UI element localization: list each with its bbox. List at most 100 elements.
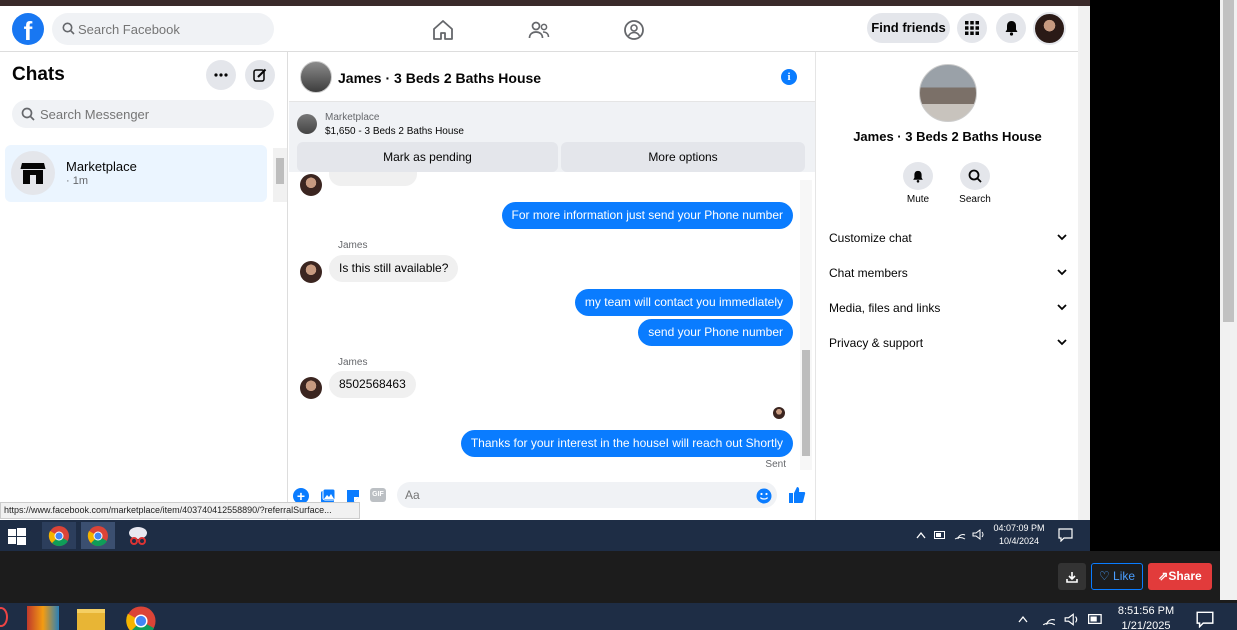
inner-taskbar bbox=[0, 520, 1090, 551]
row-label: Customize chat bbox=[829, 231, 912, 245]
browser-viewport: f Find friends Chats bbox=[0, 0, 1090, 520]
mute-button[interactable] bbox=[903, 162, 933, 190]
customize-chat-row[interactable]: Customize chat bbox=[829, 231, 1067, 251]
home-icon[interactable] bbox=[431, 18, 455, 42]
wifi-icon[interactable] bbox=[954, 529, 966, 540]
message-out[interactable]: send your Phone number bbox=[638, 319, 793, 346]
facebook-search-input[interactable] bbox=[78, 13, 268, 45]
more-dots-icon bbox=[214, 73, 228, 77]
find-friends-button[interactable]: Find friends bbox=[867, 13, 950, 43]
notifications-center-icon[interactable] bbox=[1058, 528, 1073, 542]
james-avatar bbox=[300, 377, 322, 399]
chats-scrollbar[interactable] bbox=[273, 148, 287, 202]
facebook-top-bar: f Find friends bbox=[0, 6, 1078, 52]
heart-icon: ♡ bbox=[1098, 569, 1114, 583]
chrome-icon bbox=[87, 526, 108, 547]
status-bar-url: https://www.facebook.com/marketplace/ite… bbox=[0, 502, 360, 519]
inner-clock[interactable]: 04:07:09 PM 10/4/2024 bbox=[985, 522, 1053, 548]
listing-photo[interactable] bbox=[919, 64, 977, 122]
volume-icon[interactable] bbox=[1064, 613, 1079, 626]
file-explorer-icon[interactable] bbox=[77, 609, 105, 630]
share-button[interactable]: ⇗Share bbox=[1148, 563, 1212, 590]
volume-icon[interactable] bbox=[972, 529, 985, 540]
store-app-icon[interactable] bbox=[27, 606, 59, 630]
new-message-button[interactable] bbox=[245, 60, 275, 90]
panel-conversation-name: James · 3 Beds 2 Baths House bbox=[853, 129, 1042, 144]
gif-icon[interactable]: GIF bbox=[370, 488, 386, 502]
like-button[interactable]: ♡ Like bbox=[1091, 563, 1143, 590]
conversation-header: James · 3 Beds 2 Baths House i bbox=[289, 52, 815, 102]
chat-list-item[interactable]: Marketplace · 1m bbox=[5, 145, 267, 202]
facebook-search-box[interactable] bbox=[52, 13, 274, 45]
outer-clock-date: 1/21/2025 bbox=[1121, 620, 1171, 630]
outer-taskbar bbox=[0, 603, 1237, 630]
screenshot-stage: f Find friends Chats bbox=[0, 0, 1237, 630]
message-out[interactable]: my team will contact you immediately bbox=[574, 289, 793, 316]
snipping-tool-taskbar-app[interactable] bbox=[121, 522, 155, 549]
messenger-search-box[interactable] bbox=[12, 100, 274, 128]
page-scrollbar[interactable] bbox=[1078, 6, 1090, 520]
store-icon bbox=[20, 163, 46, 184]
chevron-down-icon bbox=[1057, 234, 1067, 241]
windows-start-icon[interactable] bbox=[8, 528, 26, 545]
battery-icon[interactable] bbox=[1088, 614, 1103, 624]
like-label: Like bbox=[1113, 569, 1136, 583]
profile-avatar[interactable] bbox=[1033, 12, 1066, 45]
message-sender: James bbox=[338, 240, 368, 251]
chevron-up-icon[interactable] bbox=[916, 531, 926, 539]
chrome-taskbar-app[interactable] bbox=[42, 522, 76, 549]
messenger-search-input[interactable] bbox=[40, 100, 260, 128]
listing-price: $1,650 - 3 Beds 2 Baths House bbox=[325, 126, 464, 137]
chat-members-row[interactable]: Chat members bbox=[829, 266, 1067, 286]
notifications-center-icon[interactable] bbox=[1196, 611, 1214, 628]
more-options-button[interactable]: More options bbox=[561, 142, 805, 172]
info-icon[interactable]: i bbox=[781, 69, 797, 85]
wifi-icon[interactable] bbox=[1042, 613, 1056, 626]
message-input[interactable] bbox=[397, 482, 777, 508]
notifications-button[interactable] bbox=[996, 13, 1026, 43]
groups-icon[interactable] bbox=[622, 18, 646, 42]
media-files-links-row[interactable]: Media, files and links bbox=[829, 301, 1067, 321]
chrome-taskbar-app-active[interactable] bbox=[81, 522, 115, 549]
compose-icon bbox=[253, 68, 267, 82]
conversation-title[interactable]: James · 3 Beds 2 Baths House bbox=[338, 70, 541, 86]
menu-grid-button[interactable] bbox=[957, 13, 987, 43]
outer-clock[interactable]: 8:51:56 PM 1/21/2025 bbox=[1110, 604, 1182, 630]
chats-options-button[interactable] bbox=[206, 60, 236, 90]
scissors-icon bbox=[129, 527, 147, 545]
message-out[interactable]: Thanks for your interest in the houseI w… bbox=[460, 430, 793, 457]
messages-scrollbar[interactable] bbox=[800, 180, 812, 470]
thumbs-up-icon[interactable] bbox=[788, 486, 806, 504]
seen-avatar bbox=[773, 407, 785, 419]
emoji-icon[interactable] bbox=[756, 488, 772, 504]
friends-icon[interactable] bbox=[527, 18, 551, 42]
battery-icon[interactable] bbox=[934, 531, 946, 539]
chat-item-name: Marketplace bbox=[66, 159, 137, 174]
app-icon-partial[interactable] bbox=[0, 607, 8, 627]
download-icon bbox=[1066, 571, 1078, 583]
chevron-down-icon bbox=[1057, 269, 1067, 276]
chats-title: Chats bbox=[12, 64, 65, 85]
message-out[interactable]: For more information just send your Phon… bbox=[501, 202, 793, 229]
search-in-chat-button[interactable] bbox=[960, 162, 990, 190]
message-in[interactable]: Is this still available? bbox=[329, 255, 459, 282]
privacy-support-row[interactable]: Privacy & support bbox=[829, 336, 1067, 356]
download-button[interactable] bbox=[1058, 563, 1086, 590]
outer-scrollbar[interactable] bbox=[1220, 0, 1237, 600]
mark-as-pending-button[interactable]: Mark as pending bbox=[297, 142, 558, 172]
chrome-icon[interactable] bbox=[125, 605, 157, 630]
listing-mini-thumbnail bbox=[297, 114, 317, 134]
facebook-logo-icon[interactable]: f bbox=[12, 13, 44, 46]
message-in[interactable]: 8502568463 bbox=[329, 371, 416, 398]
chevron-up-icon[interactable] bbox=[1017, 615, 1029, 623]
listing-thumbnail[interactable] bbox=[300, 61, 332, 93]
inner-clock-date: 10/4/2024 bbox=[998, 536, 1040, 546]
chrome-icon bbox=[48, 526, 69, 547]
inner-clock-time: 04:07:09 PM bbox=[993, 523, 1045, 533]
outer-black-margin bbox=[1090, 0, 1220, 551]
message-sender: James bbox=[338, 357, 368, 368]
message-list: For more information just send your Phon… bbox=[289, 172, 815, 480]
james-avatar bbox=[300, 174, 322, 196]
bell-icon bbox=[1005, 21, 1017, 36]
outer-clock-time: 8:51:56 PM bbox=[1117, 605, 1175, 617]
